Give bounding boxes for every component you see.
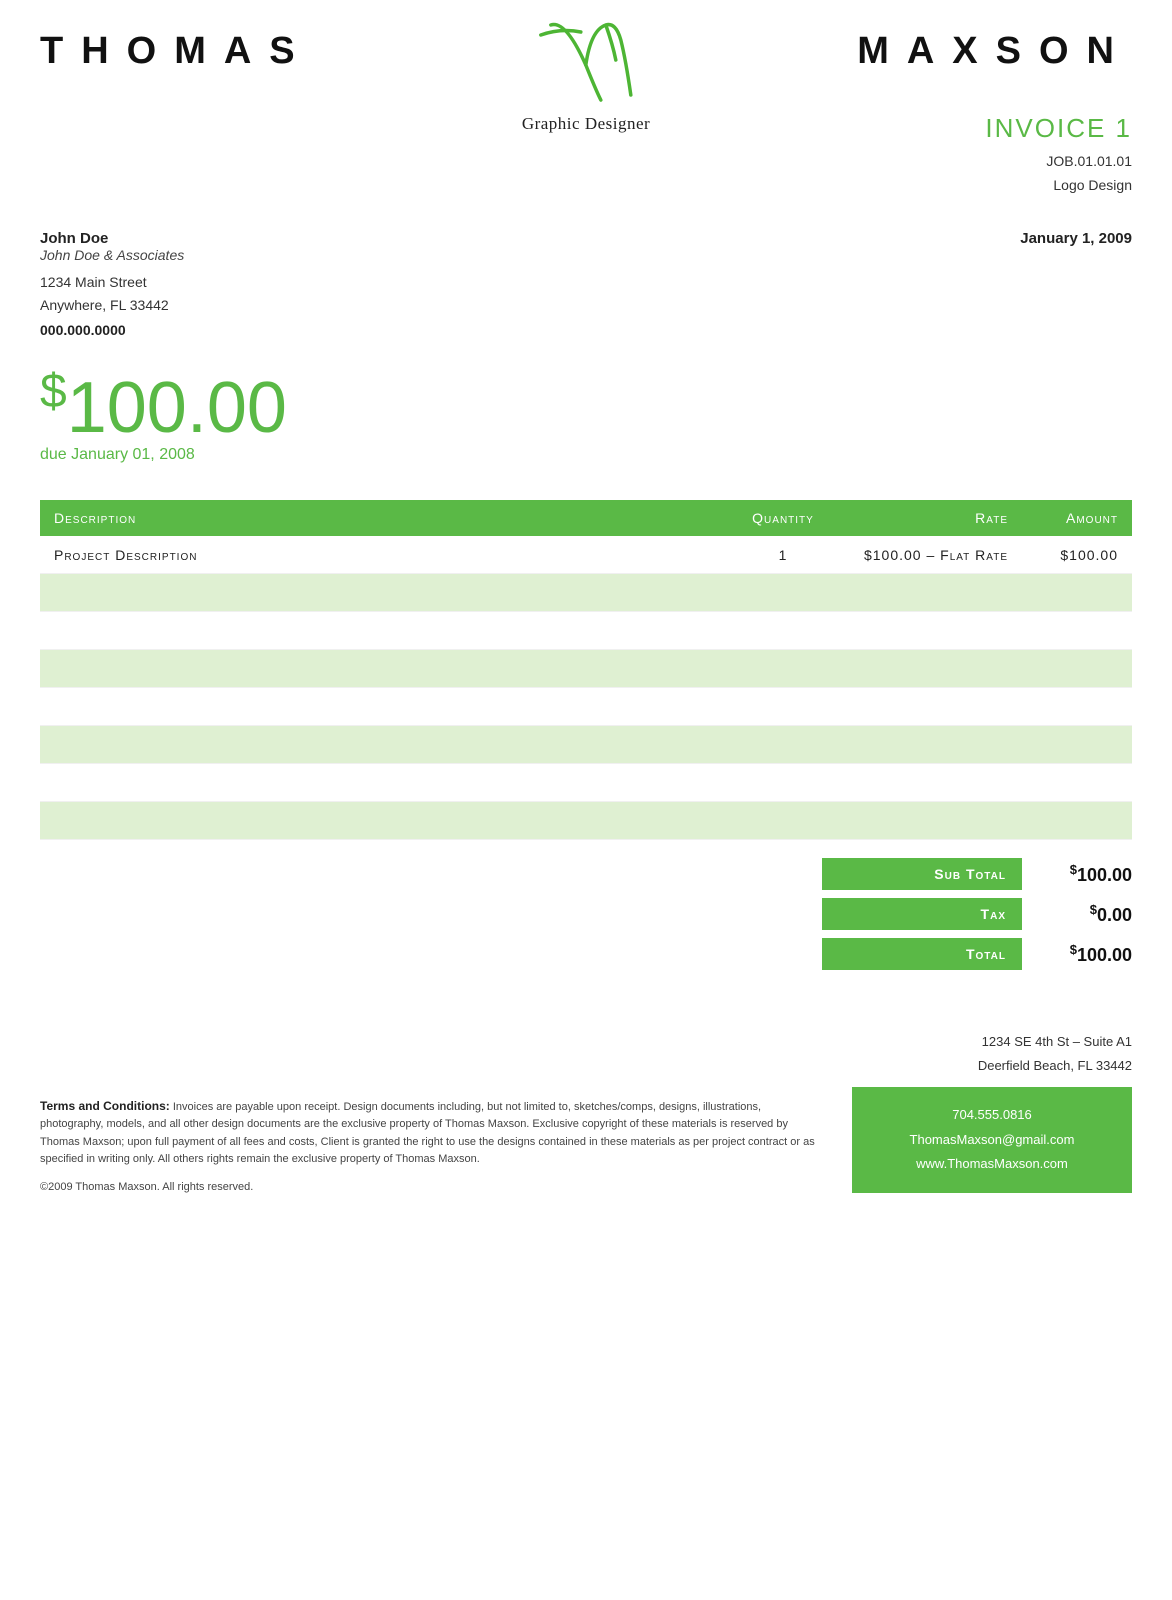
footer-right: 1234 SE 4th St – Suite A1 Deerfield Beac… bbox=[852, 1030, 1132, 1193]
total-dollar: $ bbox=[1070, 942, 1077, 957]
address-line2: Anywhere, FL 33442 bbox=[40, 297, 169, 313]
subtotal-row: Sub Total $100.00 bbox=[822, 858, 1132, 890]
row-0-rate: $100.00 – Flat Rate bbox=[848, 547, 1008, 563]
subtotal-dollar: $ bbox=[1070, 862, 1077, 877]
table-row bbox=[40, 688, 1132, 726]
table-row bbox=[40, 612, 1132, 650]
amount-due-section: $100.00 due January 01, 2008 bbox=[0, 338, 1172, 464]
dollar-sign: $ bbox=[40, 365, 67, 418]
page-header: THOMAS Graphic Designer MAXSON bbox=[0, 0, 1172, 73]
name-right: MAXSON bbox=[857, 30, 1132, 73]
subtotal-value: $100.00 bbox=[1022, 862, 1132, 886]
total-label: Total bbox=[822, 938, 1022, 970]
totals-section: Sub Total $100.00 Tax $0.00 Total $100.0… bbox=[40, 858, 1132, 970]
footer-left: Terms and Conditions: Invoices are payab… bbox=[40, 1097, 822, 1193]
name-right-text: MAXSON bbox=[857, 30, 1132, 73]
billing-right: January 1, 2009 bbox=[1020, 230, 1132, 339]
table-row bbox=[40, 574, 1132, 612]
job-number: JOB.01.01.01 bbox=[1046, 153, 1132, 169]
total-value: $100.00 bbox=[1022, 942, 1132, 966]
tax-dollar: $ bbox=[1090, 902, 1097, 917]
billing-section: John Doe John Doe & Associates 1234 Main… bbox=[0, 208, 1172, 339]
terms-paragraph: Terms and Conditions: Invoices are payab… bbox=[40, 1097, 822, 1169]
row-0-amount: $100.00 bbox=[1008, 547, 1118, 563]
invoice-table: Description Quantity Rate Amount Project… bbox=[40, 500, 1132, 840]
address-line1: 1234 Main Street bbox=[40, 274, 147, 290]
subtotal-label: Sub Total bbox=[822, 858, 1022, 890]
name-left-text: THOMAS bbox=[40, 30, 313, 73]
logo-subtitle: Graphic Designer bbox=[522, 114, 650, 134]
due-date: due January 01, 2008 bbox=[40, 446, 1132, 464]
footer-phone: 704.555.0816 bbox=[872, 1103, 1112, 1128]
billing-left: John Doe John Doe & Associates 1234 Main… bbox=[40, 230, 184, 339]
table-header: Description Quantity Rate Amount bbox=[40, 500, 1132, 536]
table-row bbox=[40, 726, 1132, 764]
logo-center: Graphic Designer bbox=[522, 10, 650, 134]
footer-website: www.ThomasMaxson.com bbox=[872, 1152, 1112, 1177]
invoice-meta: JOB.01.01.01 Logo Design bbox=[40, 150, 1132, 198]
tax-label: Tax bbox=[822, 898, 1022, 930]
invoice-date: January 1, 2009 bbox=[1020, 230, 1132, 247]
name-left: THOMAS bbox=[40, 30, 313, 73]
client-name: John Doe bbox=[40, 230, 184, 247]
tax-row: Tax $0.00 bbox=[822, 898, 1132, 930]
job-type: Logo Design bbox=[1053, 177, 1132, 193]
amount-value: 100.00 bbox=[67, 368, 287, 448]
footer-email: ThomasMaxson@gmail.com bbox=[872, 1128, 1112, 1153]
total-amount: 100.00 bbox=[1077, 945, 1132, 965]
col-header-quantity: Quantity bbox=[718, 510, 848, 526]
table-row bbox=[40, 802, 1132, 840]
footer-address-line1: 1234 SE 4th St – Suite A1 bbox=[982, 1034, 1132, 1049]
client-company: John Doe & Associates bbox=[40, 247, 184, 263]
row-0-desc: Project Description bbox=[54, 547, 718, 563]
copyright: ©2009 Thomas Maxson. All rights reserved… bbox=[40, 1181, 822, 1193]
col-header-rate: Rate bbox=[848, 510, 1008, 526]
footer: Terms and Conditions: Invoices are payab… bbox=[0, 1030, 1172, 1223]
subtotal-amount: 100.00 bbox=[1077, 865, 1132, 885]
logo-icon bbox=[531, 10, 641, 110]
tax-amount: 0.00 bbox=[1097, 905, 1132, 925]
table-row bbox=[40, 650, 1132, 688]
table-row bbox=[40, 764, 1132, 802]
footer-address-line2: Deerfield Beach, FL 33442 bbox=[978, 1058, 1132, 1073]
terms-label: Terms and Conditions: bbox=[40, 1099, 170, 1113]
col-header-amount: Amount bbox=[1008, 510, 1118, 526]
client-address: 1234 Main Street Anywhere, FL 33442 bbox=[40, 271, 184, 319]
row-0-qty: 1 bbox=[718, 547, 848, 563]
table-row: Project Description 1 $100.00 – Flat Rat… bbox=[40, 536, 1132, 574]
col-header-description: Description bbox=[54, 510, 718, 526]
total-row: Total $100.00 bbox=[822, 938, 1132, 970]
tax-value: $0.00 bbox=[1022, 902, 1132, 926]
footer-contact-box: 704.555.0816 ThomasMaxson@gmail.com www.… bbox=[852, 1087, 1132, 1193]
footer-address: 1234 SE 4th St – Suite A1 Deerfield Beac… bbox=[852, 1030, 1132, 1077]
amount-big: $100.00 bbox=[40, 368, 1132, 444]
client-phone: 000.000.0000 bbox=[40, 322, 184, 338]
